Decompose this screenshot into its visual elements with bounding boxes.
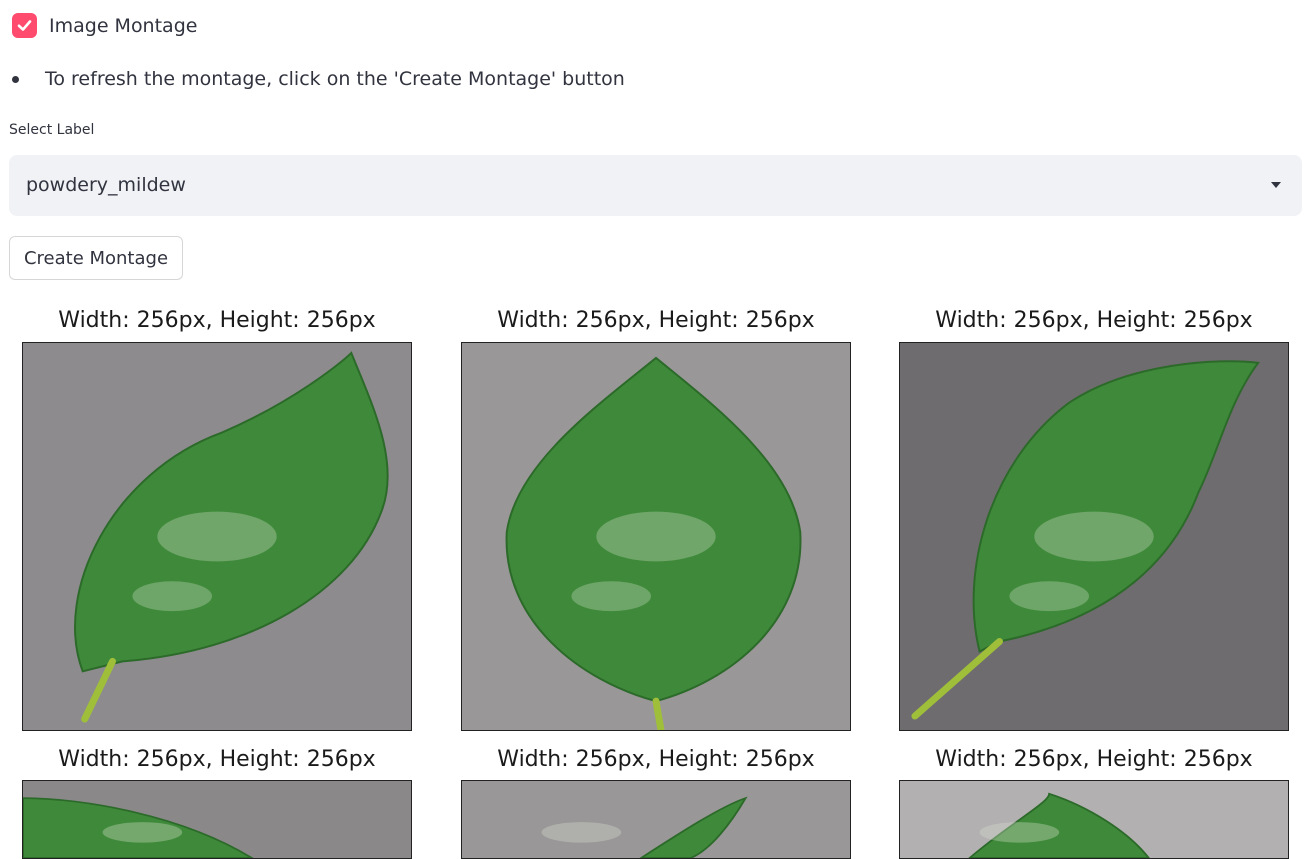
select-label: Select Label — [9, 122, 95, 138]
image-caption: Width: 256px, Height: 256px — [497, 747, 815, 772]
leaf-image — [899, 780, 1289, 859]
leaf-image — [22, 342, 412, 731]
leaf-image — [461, 342, 851, 731]
info-text: To refresh the montage, click on the 'Cr… — [45, 68, 625, 90]
image-montage-checkbox[interactable]: Image Montage — [12, 13, 197, 38]
select-value: powdery_mildew — [26, 174, 186, 196]
checkbox-checked-icon[interactable] — [12, 13, 37, 38]
image-caption: Width: 256px, Height: 256px — [58, 308, 376, 333]
leaf-image — [461, 780, 851, 859]
image-caption: Width: 256px, Height: 256px — [935, 308, 1253, 333]
leaf-image — [22, 780, 412, 859]
info-bullet: To refresh the montage, click on the 'Cr… — [12, 68, 625, 90]
image-caption: Width: 256px, Height: 256px — [935, 747, 1253, 772]
leaf-image — [899, 342, 1289, 731]
image-caption: Width: 256px, Height: 256px — [497, 308, 815, 333]
label-select[interactable]: powdery_mildew — [9, 155, 1302, 216]
caret-down-icon — [1271, 182, 1281, 188]
image-caption: Width: 256px, Height: 256px — [58, 747, 376, 772]
bullet-icon — [12, 75, 19, 83]
checkbox-label: Image Montage — [49, 14, 198, 37]
create-montage-button[interactable]: Create Montage — [9, 236, 183, 280]
